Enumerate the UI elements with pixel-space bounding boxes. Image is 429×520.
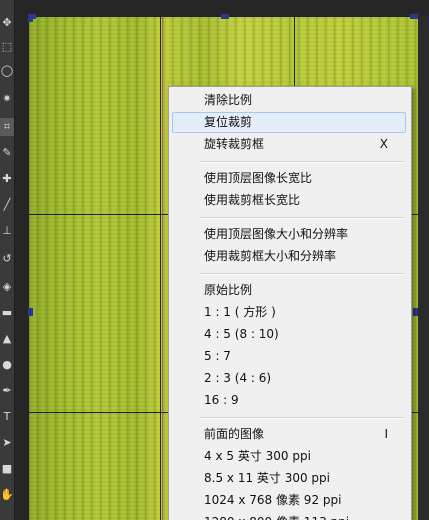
menu-item[interactable]: 16 : 9 [172, 390, 406, 411]
menu-separator [199, 161, 405, 163]
menu-item-label: 4 x 5 英寸 300 ppi [204, 449, 311, 463]
menu-item[interactable]: 5 : 7 [172, 346, 406, 367]
crop-handle-top-right[interactable] [410, 14, 418, 19]
menu-item-shortcut: I [384, 427, 388, 441]
dodge-icon[interactable]: ● [0, 356, 14, 374]
stamp-icon[interactable]: ⊥ [0, 222, 14, 240]
crop-grid-line [28, 16, 29, 520]
eyedropper-icon[interactable]: ✎ [0, 144, 14, 162]
brush-icon[interactable]: ╱ [0, 196, 14, 214]
guide-line [162, 16, 163, 520]
menu-item[interactable]: 使用顶层图像大小和分辨率 [172, 224, 406, 245]
menu-item[interactable]: 复位裁剪 [172, 112, 406, 133]
menu-item[interactable]: 前面的图像 I [172, 424, 406, 445]
photoshop-window: ✥ ⬚ ◯ ✷ ⌗ ✎ ✚ ╱ ⊥ ↺ ◈ ▬ ▲ ● ✒ T ➤ ■ ✋ 清除比例复位裁剪旋转裁剪框 X 使用顶层图像… [0, 0, 429, 520]
eraser-icon[interactable]: ◈ [0, 278, 14, 296]
menu-separator [199, 273, 405, 275]
menu-item[interactable]: 2 : 3 (4 : 6) [172, 368, 406, 389]
marquee-icon[interactable]: ⬚ [0, 38, 14, 56]
menu-item-label: 清除比例 [204, 93, 253, 107]
tools-panel: ✥ ⬚ ◯ ✷ ⌗ ✎ ✚ ╱ ⊥ ↺ ◈ ▬ ▲ ● ✒ T ➤ ■ ✋ [0, 0, 15, 520]
menu-item[interactable]: 1 : 1 ( 方形 ) [172, 302, 406, 323]
menu-item[interactable]: 使用裁剪框长宽比 [172, 190, 406, 211]
crop-grid-line [160, 16, 161, 520]
pen-icon[interactable]: ✒ [0, 382, 14, 400]
healing-brush-icon[interactable]: ✚ [0, 170, 14, 188]
menu-item[interactable]: 旋转裁剪框 X [172, 134, 406, 155]
menu-item[interactable]: 原始比例 [172, 280, 406, 301]
shape-icon[interactable]: ■ [0, 460, 14, 478]
menu-item[interactable]: 使用顶层图像长宽比 [172, 168, 406, 189]
menu-item-label: 5 : 7 [204, 349, 231, 363]
menu-item-label: 旋转裁剪框 [204, 137, 265, 151]
menu-item-label: 2 : 3 (4 : 6) [204, 371, 272, 385]
menu-item-label: 原始比例 [204, 283, 253, 297]
lasso-icon[interactable]: ◯ [0, 62, 14, 80]
crop-handle-top-left[interactable] [28, 14, 33, 22]
menu-item[interactable]: 使用裁剪框大小和分辨率 [172, 246, 406, 267]
crop-icon[interactable]: ⌗ [0, 118, 14, 136]
menu-item-label: 4 : 5 (8 : 10) [204, 327, 279, 341]
menu-item-label: 16 : 9 [204, 393, 239, 407]
menu-separator [199, 417, 405, 419]
crop-handle-top-center[interactable] [221, 14, 229, 19]
menu-item[interactable]: 4 : 5 (8 : 10) [172, 324, 406, 345]
menu-item-label: 8.5 x 11 英寸 300 ppi [204, 471, 331, 485]
menu-item-label: 使用裁剪框大小和分辨率 [204, 249, 337, 263]
blur-icon[interactable]: ▲ [0, 330, 14, 348]
path-select-icon[interactable]: ➤ [0, 434, 14, 452]
move-icon[interactable]: ✥ [0, 14, 14, 32]
menu-item-label: 使用裁剪框长宽比 [204, 193, 301, 207]
canvas-left-border [14, 0, 28, 520]
menu-item-label: 使用顶层图像长宽比 [204, 171, 313, 185]
gradient-icon[interactable]: ▬ [0, 304, 14, 322]
menu-item-shortcut: X [379, 137, 388, 151]
crop-handle-middle-left[interactable] [28, 308, 33, 316]
menu-item-label: 1 : 1 ( 方形 ) [204, 305, 276, 319]
menu-item[interactable]: 4 x 5 英寸 300 ppi [172, 446, 406, 467]
menu-item[interactable]: 1280 x 800 像素 113 ppi [172, 512, 406, 520]
type-icon[interactable]: T [0, 408, 14, 426]
menu-item[interactable]: 清除比例 [172, 90, 406, 111]
menu-item-label: 复位裁剪 [204, 115, 253, 129]
hand-icon[interactable]: ✋ [0, 486, 14, 504]
crop-context-menu: 清除比例复位裁剪旋转裁剪框 X 使用顶层图像长宽比 使用裁剪框长宽比使用顶层图像大小和… [168, 86, 412, 520]
history-brush-icon[interactable]: ↺ [0, 250, 14, 268]
menu-item-label: 前面的图像 [204, 427, 265, 441]
menu-item[interactable]: 1024 x 768 像素 92 ppi [172, 490, 406, 511]
crop-handle-middle-right[interactable] [413, 308, 418, 316]
menu-item-label: 1280 x 800 像素 113 ppi [204, 515, 349, 520]
menu-item-label: 使用顶层图像大小和分辨率 [204, 227, 349, 241]
menu-separator [199, 217, 405, 219]
menu-item-label: 1024 x 768 像素 92 ppi [204, 493, 342, 507]
magic-wand-icon[interactable]: ✷ [0, 90, 14, 108]
menu-item[interactable]: 8.5 x 11 英寸 300 ppi [172, 468, 406, 489]
